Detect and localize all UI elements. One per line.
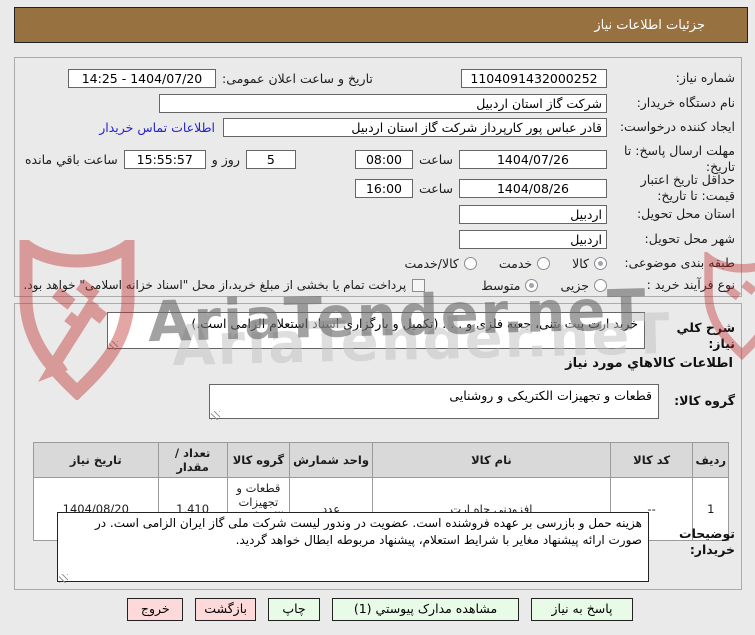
reply-deadline-label: مهلت ارسال پاسخ: تا تاریخ: <box>624 143 735 174</box>
table-header-cell: کد کالا <box>609 442 694 478</box>
publish-datetime-field[interactable] <box>68 68 216 88</box>
radio-option[interactable] <box>594 278 607 292</box>
reply-deadline-time-field[interactable] <box>354 149 413 169</box>
delivery-province-label: استان محل تحویل: <box>636 206 735 222</box>
radio-option[interactable] <box>594 256 607 270</box>
items-section-heading: اطلاعات کالاهاي مورد نیاز <box>565 356 733 371</box>
radio-option-label: کالا/خدمت <box>404 255 459 271</box>
reply-deadline-days-field[interactable] <box>245 149 296 169</box>
price-validity-time-label: ساعت <box>418 180 453 196</box>
action-buttons-bar: پاسخ به نیاز مشاهده مدارک پیوستي (1) چاپ… <box>0 597 755 621</box>
need-info-panel: شماره نیاز: تاریخ و ساعت اعلان عمومی: نا… <box>14 57 742 297</box>
view-attachments-button[interactable]: مشاهده مدارک پیوستي (1) <box>332 597 519 621</box>
purchase-process-radiogroup: جزیی متوسط <box>459 278 607 293</box>
treasury-docs-checkbox[interactable] <box>412 278 426 292</box>
need-content-panel: شرح کلي نیاز: خرید ارت پیت بتنی، جعبه فل… <box>14 303 742 590</box>
goods-group-field[interactable]: قطعات و تجهیزات الکتریکی و روشنایی <box>209 384 659 419</box>
goods-group-label: گروه کالا: <box>674 393 735 408</box>
buyer-contact-link[interactable]: اطلاعات تماس خریدار <box>99 120 215 135</box>
subject-class-label: طبقه بندی موضوعی: <box>624 255 735 271</box>
radio-option-label: متوسط <box>481 277 521 293</box>
price-validity-time-field[interactable] <box>354 178 413 198</box>
purchase-process-label: نوع فرآیند خرید : <box>646 277 735 293</box>
page-title: جزئیات اطلاعات نیاز <box>14 7 748 43</box>
need-number-field[interactable] <box>461 68 607 88</box>
buyer-org-field[interactable] <box>159 93 607 113</box>
table-header-cell: نام کالا <box>372 442 611 478</box>
radio-option-label: کالا <box>572 255 589 271</box>
price-validity-date-field[interactable] <box>459 178 607 198</box>
print-button[interactable]: چاپ <box>268 597 320 621</box>
publish-datetime-label: تاریخ و ساعت اعلان عمومی: <box>222 70 373 86</box>
table-header-cell: تعداد / مقدار <box>157 442 228 478</box>
buyer-notes-field[interactable]: هزینه حمل و بازرسی بر عهده فروشنده است. … <box>57 512 649 582</box>
treasury-docs-label: پرداخت تمام یا بخشی از مبلغ خرید،از محل … <box>23 278 407 292</box>
radio-option[interactable] <box>525 278 539 292</box>
radio-option-label: جزیی <box>560 277 589 293</box>
delivery-city-field[interactable] <box>459 229 607 249</box>
reply-deadline-date-field[interactable] <box>459 149 607 169</box>
reply-to-need-button[interactable]: پاسخ به نیاز <box>531 597 633 621</box>
need-description-field[interactable]: خرید ارت پیت بتنی، جعبه فلزی و . . . (تک… <box>107 312 645 349</box>
reply-deadline-time-label: ساعت <box>418 151 453 167</box>
days-label: روز و <box>211 151 240 167</box>
radio-option[interactable] <box>463 256 477 270</box>
subject-class-radiogroup: کالا خدمت کالا/خدمت <box>382 256 607 271</box>
delivery-city-label: شهر محل تحویل: <box>644 231 735 247</box>
radio-option[interactable] <box>537 256 551 270</box>
request-creator-label: ایجاد کننده درخواست: <box>619 119 735 135</box>
table-header-cell: گروه کالا <box>226 442 291 478</box>
table-header-cell: ردیف <box>692 442 729 478</box>
buyer-notes-label: توضیحات خریدار: <box>679 526 735 557</box>
delivery-province-field[interactable] <box>459 204 607 224</box>
back-button[interactable]: بازگشت <box>195 597 256 621</box>
request-creator-field[interactable] <box>223 117 607 137</box>
remaining-time-label: ساعت باقي مانده <box>25 151 118 167</box>
need-number-label: شماره نیاز: <box>675 70 735 86</box>
need-description-label: شرح کلي نیاز: <box>676 320 735 351</box>
price-validity-label: حداقل تاریخ اعتبار قیمت: تا تاریخ: <box>640 172 735 203</box>
need-details-page: جزئیات اطلاعات نیاز شماره نیاز: تاریخ و … <box>0 0 755 635</box>
exit-button[interactable]: خروج <box>127 597 184 621</box>
remaining-time-field[interactable] <box>123 149 206 169</box>
buyer-org-label: نام دستگاه خریدار: <box>636 95 735 111</box>
radio-option-label: خدمت <box>498 255 533 271</box>
table-header-cell: تاریخ نیاز <box>33 442 159 478</box>
table-header-cell: واحد شمارش <box>289 442 374 478</box>
